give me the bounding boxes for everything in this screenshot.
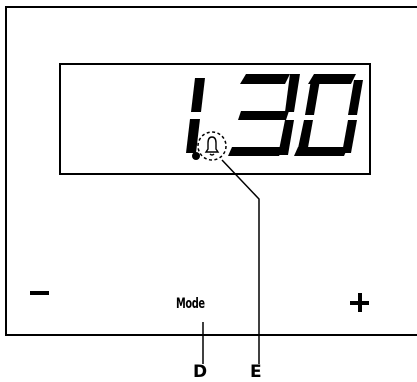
bell-icon [204,136,220,156]
display-digit-1 [186,78,205,153]
callout-label-e: E [250,362,262,382]
mode-button[interactable]: Mode [176,296,205,312]
display-graphics [186,74,363,364]
plus-button[interactable] [342,283,382,323]
minus-icon [30,291,49,295]
bell-highlight-circle [197,131,227,161]
callout-label-d: D [193,362,208,382]
display-digit-0 [294,74,363,156]
minus-button[interactable] [24,278,58,308]
callout-line-e [221,159,260,364]
display-digit-3 [228,74,300,156]
display-decimal-point [192,152,200,160]
